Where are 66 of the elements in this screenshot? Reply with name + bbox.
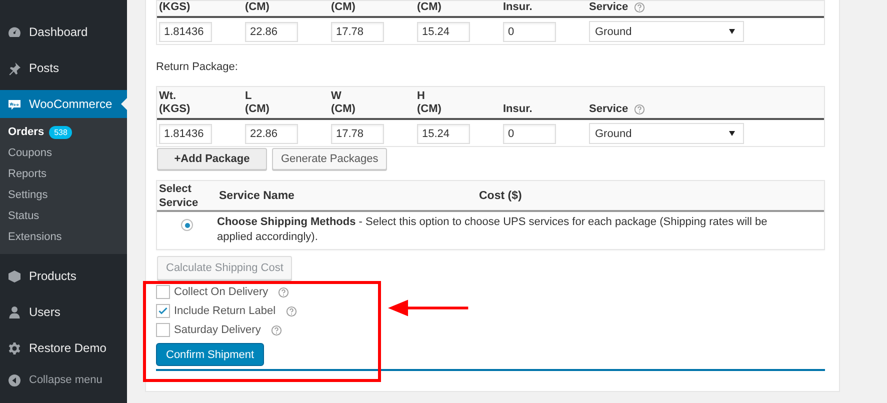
service-dropdown[interactable]: Ground (589, 123, 744, 144)
confirm-shipment-button[interactable]: Confirm Shipment (156, 343, 264, 366)
caret-icon (729, 29, 735, 34)
column-header: W (CM) (331, 90, 356, 116)
submenu-item[interactable]: Status (0, 206, 127, 227)
help-icon[interactable] (270, 324, 282, 336)
submenu-item[interactable]: Orders 538 (0, 122, 127, 143)
service-description: Choose Shipping Methods - Select this option to choose UPS services for each package (Shipping rates will be applied accordingly). (217, 215, 768, 245)
text-input[interactable]: 0 (503, 22, 556, 42)
checkbox[interactable] (156, 323, 170, 337)
text-input[interactable]: 1.81436 (159, 124, 212, 144)
checkbox[interactable] (156, 304, 170, 318)
column-header: (CM) (331, 1, 356, 14)
caret-icon (729, 131, 735, 136)
column-header: Select Service (158, 182, 200, 210)
option-label: Include Return Label (174, 305, 276, 317)
text-input[interactable]: 17.78 (331, 22, 384, 42)
text-input[interactable]: 1.81436 (159, 22, 212, 42)
column-header: Insur. (503, 103, 532, 116)
sidebar-item[interactable]: Products (0, 262, 127, 290)
column-header: L (CM) (245, 90, 270, 116)
text-input[interactable]: 0 (503, 124, 556, 144)
text-input[interactable]: 15.24 (417, 22, 470, 42)
package-button[interactable]: Generate Packages (272, 148, 388, 170)
submenu-item[interactable]: Settings (0, 185, 127, 206)
text-input[interactable]: 15.24 (417, 124, 470, 144)
text-input[interactable]: 22.86 (245, 124, 298, 144)
submenu-item[interactable]: Coupons (0, 143, 127, 164)
help-icon[interactable] (286, 306, 297, 316)
column-header: H (CM) (417, 90, 442, 116)
column-header: (KGS) (159, 1, 190, 14)
column-header: (CM) (245, 1, 270, 14)
radio-button[interactable] (181, 219, 193, 231)
checkbox[interactable] (156, 285, 170, 299)
user-icon (7, 304, 22, 320)
help-icon[interactable] (634, 104, 646, 115)
text-input[interactable]: 22.86 (245, 22, 298, 42)
box-icon (7, 268, 22, 284)
column-header: Service Name (219, 190, 296, 202)
pin-icon (7, 60, 22, 76)
help-icon[interactable] (634, 2, 646, 13)
sidebar-item[interactable]: Restore Demo (0, 334, 127, 362)
help-icon[interactable] (278, 286, 290, 298)
option-label: Collect On Delivery (174, 286, 268, 298)
section-heading: Return Package: (156, 61, 239, 73)
gauge-icon (7, 24, 22, 40)
column-header: Insur. (503, 1, 532, 14)
text-input[interactable]: 17.78 (331, 124, 384, 144)
collapse-icon (7, 372, 22, 388)
collapse-menu-button[interactable]: Collapse menu (0, 366, 127, 394)
gear-icon (7, 340, 22, 356)
sidebar-item[interactable]: Dashboard (0, 18, 127, 46)
count-badge: 538 (49, 126, 72, 139)
submenu-item[interactable]: Reports (0, 164, 127, 185)
sidebar-item[interactable]: WooCommerce (0, 90, 127, 118)
service-dropdown[interactable]: Ground (589, 21, 744, 42)
column-header: Wt. (KGS) (159, 90, 190, 116)
sidebar-item[interactable]: Users (0, 298, 127, 326)
sidebar-item[interactable]: Posts (0, 54, 127, 82)
column-header: Service (589, 1, 628, 14)
column-header: Service (589, 103, 628, 116)
option-label: Saturday Delivery (174, 324, 261, 336)
column-header: (CM) (417, 1, 442, 14)
package-button[interactable]: +Add Package (157, 148, 267, 170)
submenu-item[interactable]: Extensions (0, 227, 127, 248)
column-header: Cost ($) (479, 190, 522, 202)
